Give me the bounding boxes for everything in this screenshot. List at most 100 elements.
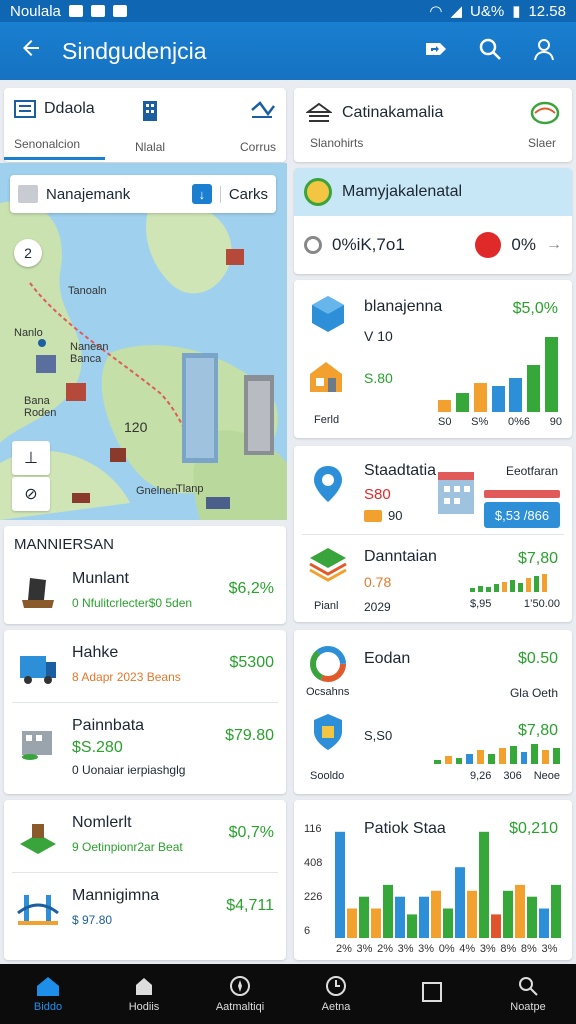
right-tabs-card[interactable]: Catinakamalia Slanohirts Slaer [294,88,572,162]
chart-axis-label: S% [471,416,489,428]
tab-sub: Corrus [240,140,277,154]
list-card-1: MANNIERSAN Munlant 0 Nfulitcrlecter$0 5d… [4,526,286,624]
chart-bar [419,896,429,938]
wifi-icon: ◠ [429,3,443,20]
x-tick-label: 2% [377,943,393,955]
chart-axis-label: 306 [503,770,522,782]
back-arrow-icon[interactable] [0,35,62,67]
x-tick-label: 3% [418,943,434,955]
chart-bar [527,365,541,412]
y-tick-label: 226 [304,891,322,903]
list-item-amount: $S.280 [72,739,123,756]
stat-card-right-label: Eeotfaran [505,464,558,478]
stat-card-value: $0.50 [517,650,558,667]
tab-overview[interactable]: Ddaola Senonalcion [4,88,105,160]
nav-home[interactable]: Biddo [0,964,96,1024]
download-icon[interactable]: ↓ [191,184,212,204]
list-item-sub: 8 Adapr 2023 Beans [72,670,181,684]
progress-stripe [484,490,560,498]
stat-card-sub: 90 [388,508,403,523]
farm-icon [20,824,56,854]
x-tick-label: 4% [459,943,475,955]
chart-bar [467,890,477,938]
list-item-title: Hahke [72,644,119,661]
list-item-sub: 0 Nfulitcrlecter$0 5den [72,596,193,610]
chart-bar [407,914,417,938]
summary-card[interactable]: Mamyjakalenatal 0%iK,7o1 0% → [294,168,572,274]
notification-icon-2 [90,5,105,17]
list-item[interactable]: Mannigimna $ 97.80 $4,711 [4,873,286,945]
chart-bar [347,908,357,938]
arrow-right-icon[interactable]: → [546,236,562,254]
list-card-2: Hahke 8 Adapr 2023 Beans $5300 Painnbata… [4,630,286,794]
chart-bar [455,393,469,412]
chart-axis-label: $,95 [470,598,492,610]
map-view[interactable]: Nanajemank ↓ Carks 2 Tanoaln Nanean Banc… [0,163,287,520]
stat-card-2[interactable]: Staadtatia Eeotfaran S80 90 $,53 /866 Da… [294,446,572,622]
tab-label: Ddaola [44,100,95,117]
list-item[interactable]: Munlant 0 Nfulitcrlecter$0 5den $6,2% [4,556,286,628]
nav-label: Hodiis [128,1001,160,1013]
list-item-title: Mannigimna [72,887,160,904]
x-tick-label: 3% [480,943,496,955]
nav-clock[interactable]: Aetna [288,964,384,1024]
chart-bar [431,890,441,938]
stat-card-value-2: $7,80 [517,550,558,567]
truck-icon [20,656,56,684]
map-search-action[interactable]: Carks [219,185,268,203]
nav-label: Noatpe [510,1001,546,1013]
map-label: 120 [124,419,148,435]
coin-icon [304,178,332,206]
filter-icon [18,185,38,203]
map-layers-button[interactable]: ⊥ [12,441,50,475]
bottom-nav: Biddo Hodiis Aatmaltiqi Aetna Noatpe [0,964,576,1024]
stat-card-sub-2: 0.78 [364,574,392,590]
list-item-sub: 9 Oetinpionr2ar Beat [72,840,183,854]
chart-bar [479,831,489,938]
chart-bar [545,337,558,412]
x-tick-label: 3% [398,943,414,955]
left-tabs-card: Ddaola Senonalcion Nlalal Corrus [4,88,286,162]
battery-icon: ▮ [512,3,521,20]
stat-card-sub: V 10 [364,328,393,344]
account-icon[interactable] [532,37,556,66]
ring-chart-icon [310,646,346,682]
stat-card-3[interactable]: Eodan $0.50 Ocsahns Gla Oeth S,S0 $7,80 … [294,630,572,794]
chart-axis-label: 0%6 [508,416,531,428]
chart-bar [551,884,561,938]
tab-sub: Senonalcion [14,137,81,151]
map-label: Tanoaln [68,285,107,297]
percent-badge-icon [475,232,502,258]
bar-chart-card[interactable]: 116 408 226 6 2% 3% 2% 3% 3% 0% 4% 3% 8% 8% 3% Patiok … [294,800,572,960]
price-badge: $,53 /866 [484,502,560,528]
x-tick-label: 3% [541,943,557,955]
nav-search[interactable]: Noatpe [480,964,576,1024]
landmark-icon [306,102,332,122]
stat-card-1[interactable]: blanajenna $5,0% V 10 S.80 Ferld S0 S% 0… [294,280,572,438]
list-item[interactable]: Nomlerlt 9 Oetinpionr2ar Beat $0,7% [4,800,286,872]
nav-label: Aatmaltiqi [215,1001,265,1013]
map-locate-button[interactable]: ⊘ [12,477,50,511]
nav-compass[interactable]: Aatmaltiqi [192,964,288,1024]
tab-buildings[interactable]: Nlalal [105,88,196,160]
tag-icon [364,509,382,522]
chart-bar [371,908,381,938]
directions-icon[interactable] [424,39,448,64]
map-label: Tlanp [176,483,204,495]
list-item-value: $4,711 [226,897,274,914]
nav-houses[interactable]: Hodiis [96,964,192,1024]
list-item-title: Munlant [72,570,129,587]
page-title: Sindgudenjcia [62,37,207,64]
nav-square[interactable] [384,964,480,1024]
tab-routes[interactable]: Corrus [195,88,286,160]
stat-card-amount: S,S0 [364,728,393,743]
desk-icon [22,578,54,608]
map-label: Nanlo [14,327,43,339]
list-item-sub: $ 97.80 [72,913,113,927]
search-icon[interactable] [478,37,502,66]
list-item[interactable]: Painnbata $S.280 0 Uonaiar ierpiashglg $… [4,703,286,791]
map-search-bar[interactable]: Nanajemank ↓ Carks [10,175,276,213]
list-item[interactable]: Hahke 8 Adapr 2023 Beans $5300 [4,630,286,702]
building-icon [143,101,158,121]
map-pin-marker[interactable]: 2 [14,239,42,267]
